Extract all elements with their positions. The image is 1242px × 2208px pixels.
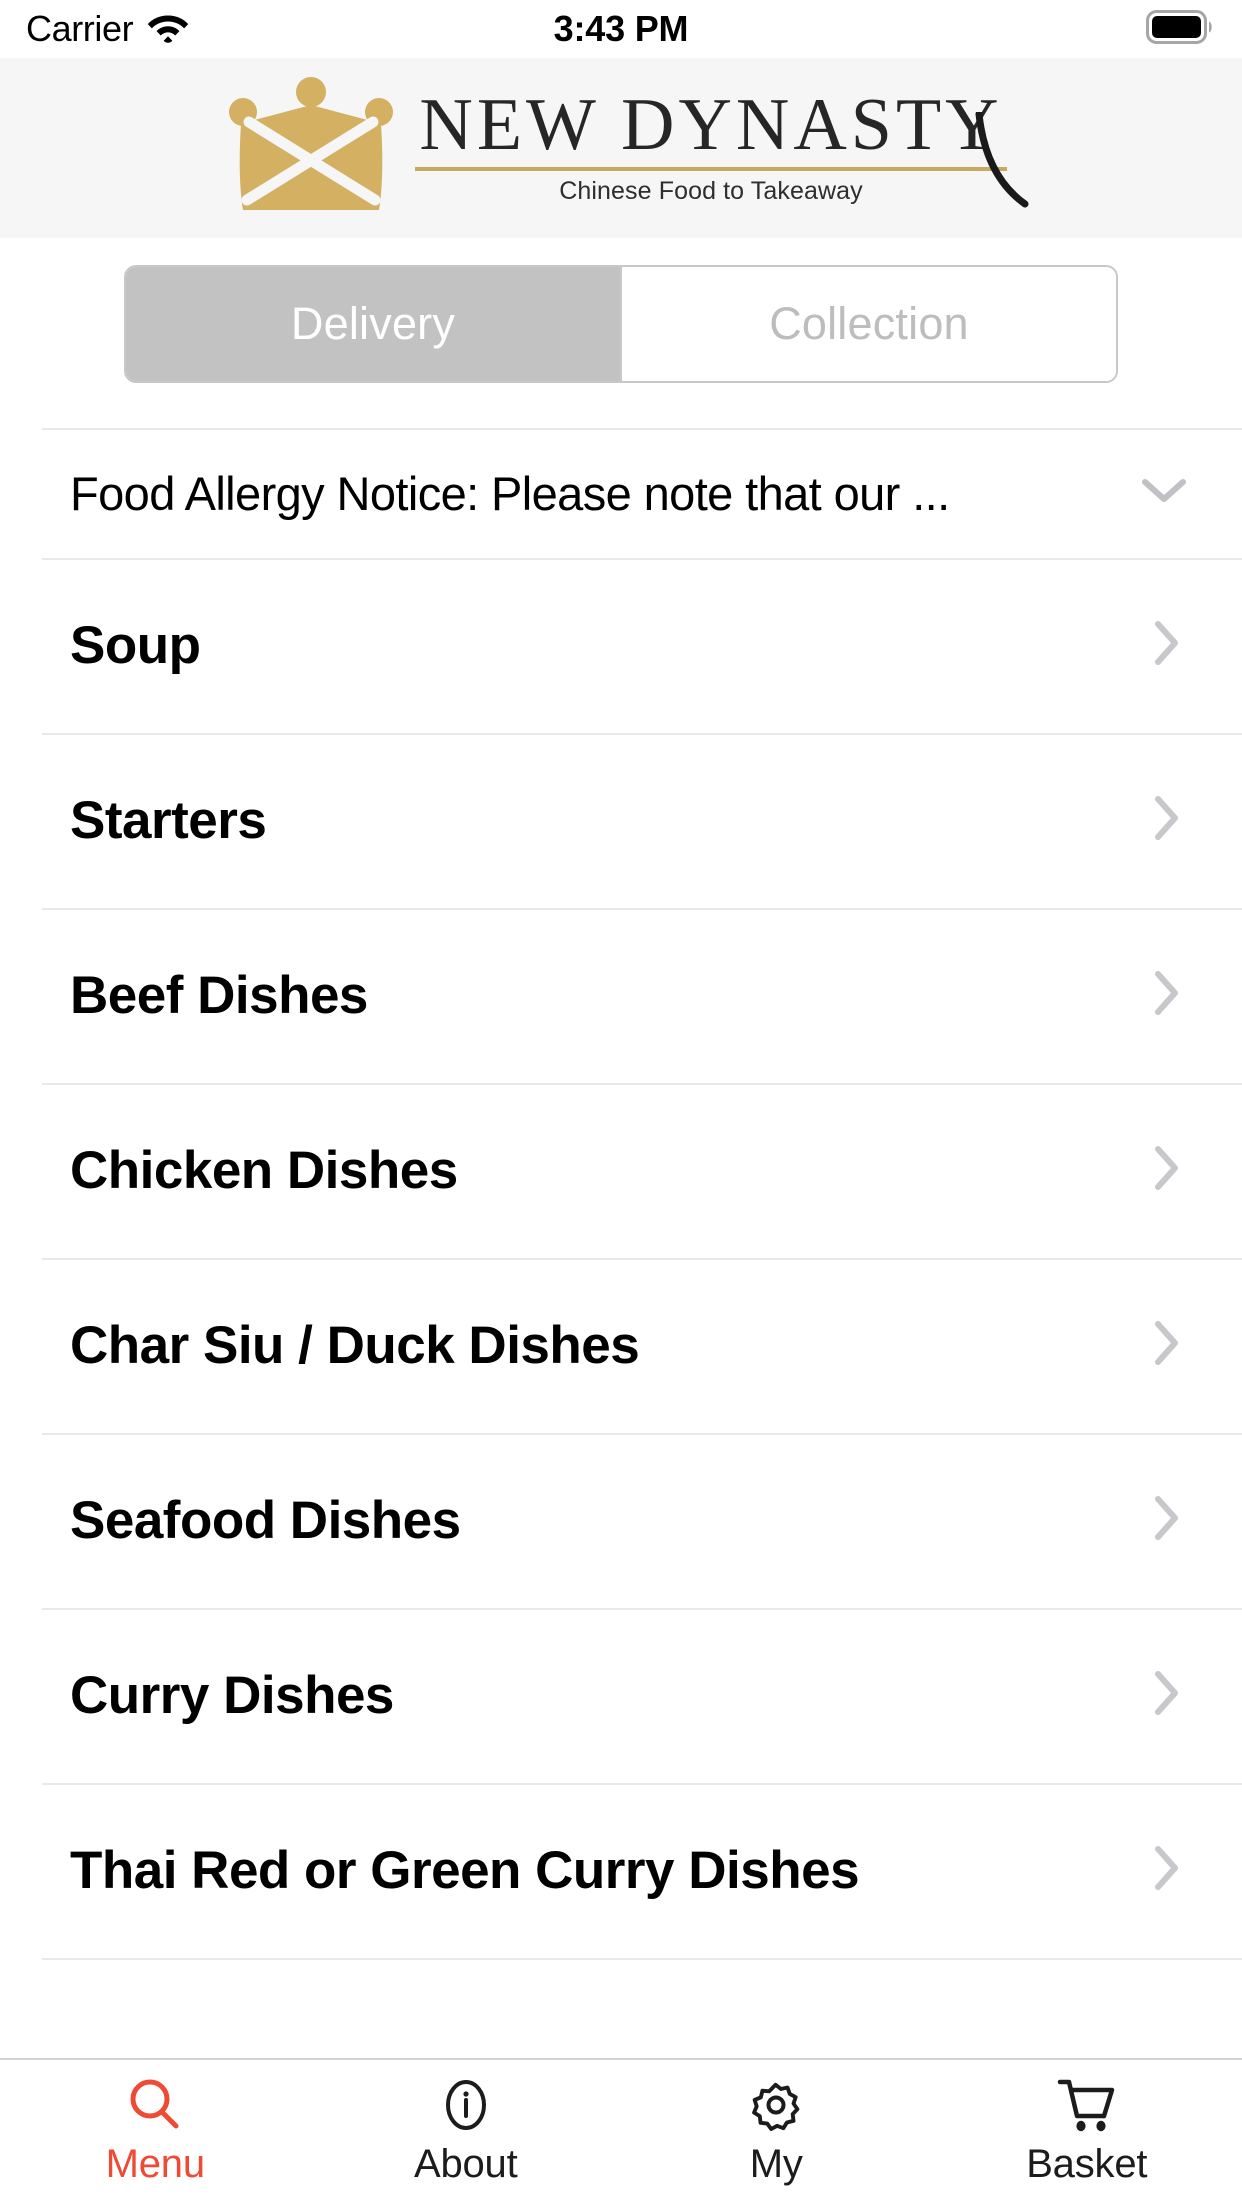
chevron-right-icon[interactable]	[1154, 621, 1180, 670]
chevron-right-icon[interactable]	[1154, 1846, 1180, 1895]
brand-header: NEW DYNASTY Chinese Food to Takeaway	[0, 58, 1242, 238]
gear-icon	[747, 2074, 805, 2136]
battery-full-icon	[1146, 9, 1216, 49]
crown-logo-icon	[223, 76, 399, 221]
menu-category-row-chicken-dishes[interactable]: Chicken Dishes	[0, 1083, 1242, 1258]
tab-label: Menu	[105, 2142, 205, 2186]
menu-category-label: Curry Dishes	[70, 1666, 394, 1725]
status-bar: Carrier 3:43 PM	[0, 0, 1242, 58]
status-bar-right	[1146, 9, 1216, 49]
brand-wordmark-block: NEW DYNASTY Chinese Food to Takeaway	[415, 84, 1029, 208]
brand-name: NEW DYNASTY	[419, 84, 1003, 167]
menu-category-row-char-siu-duck-dishes[interactable]: Char Siu / Duck Dishes	[0, 1258, 1242, 1433]
menu-category-label: Chicken Dishes	[70, 1141, 458, 1200]
tab-about[interactable]: About	[311, 2074, 622, 2184]
tab-basket[interactable]: Basket	[932, 2074, 1242, 2184]
menu-category-row-soup[interactable]: Soup	[0, 558, 1242, 733]
menu-category-label: Thai Red or Green Curry Dishes	[70, 1841, 860, 1900]
logo: NEW DYNASTY Chinese Food to Takeaway	[223, 76, 1029, 221]
allergy-notice-label: Food Allergy Notice: Please note that ou…	[70, 466, 950, 520]
menu-category-row-curry-dishes[interactable]: Curry Dishes	[0, 1608, 1242, 1783]
chevron-right-icon[interactable]	[1154, 1321, 1180, 1370]
search-icon	[126, 2074, 184, 2136]
bottom-tab-bar: Menu About My Basket	[0, 2058, 1242, 2208]
order-type-toolbar: Delivery Collection	[0, 238, 1242, 410]
menu-category-label: Char Siu / Duck Dishes	[70, 1316, 640, 1375]
chevron-right-icon[interactable]	[1154, 796, 1180, 845]
tab-label: Basket	[1026, 2142, 1148, 2186]
info-circle-icon	[437, 2074, 495, 2136]
brand-gold-rule	[415, 166, 1007, 171]
segment-delivery[interactable]: Delivery	[126, 267, 620, 381]
segment-collection[interactable]: Collection	[620, 267, 1116, 381]
menu-category-label: Seafood Dishes	[70, 1491, 461, 1550]
app-screen: Carrier 3:43 PM NEW DYNASTY Chinese Food…	[0, 0, 1242, 2208]
shopping-cart-icon	[1056, 2074, 1118, 2136]
tab-label: My	[749, 2142, 803, 2186]
menu-list[interactable]: Food Allergy Notice: Please note that ou…	[0, 410, 1242, 2058]
chevron-right-icon[interactable]	[1154, 1146, 1180, 1195]
allergy-notice-row[interactable]: Food Allergy Notice: Please note that ou…	[0, 428, 1242, 558]
menu-category-row-beef-dishes[interactable]: Beef Dishes	[0, 908, 1242, 1083]
chevron-right-icon[interactable]	[1154, 1496, 1180, 1545]
brand-tagline: Chinese Food to Takeaway	[559, 176, 863, 205]
chevron-right-icon[interactable]	[1154, 1671, 1180, 1720]
status-bar-left: Carrier	[26, 11, 189, 48]
tab-label: About	[413, 2142, 518, 2186]
menu-category-label: Beef Dishes	[70, 966, 368, 1025]
order-type-segmented-control[interactable]: Delivery Collection	[124, 265, 1118, 383]
menu-category-row-starters[interactable]: Starters	[0, 733, 1242, 908]
menu-category-label: Starters	[70, 791, 267, 850]
menu-category-row-thai-red-or-green-curry-dishes[interactable]: Thai Red or Green Curry Dishes	[0, 1783, 1242, 1958]
tab-menu[interactable]: Menu	[0, 2074, 311, 2184]
chevron-right-icon[interactable]	[1154, 971, 1180, 1020]
chevron-down-icon[interactable]	[1142, 478, 1186, 509]
wifi-icon	[147, 11, 189, 48]
menu-category-row-seafood-dishes[interactable]: Seafood Dishes	[0, 1433, 1242, 1608]
tab-my[interactable]: My	[621, 2074, 932, 2184]
carrier-label: Carrier	[26, 8, 134, 49]
list-bottom-separator	[42, 1958, 1242, 1960]
menu-category-label: Soup	[70, 616, 201, 675]
